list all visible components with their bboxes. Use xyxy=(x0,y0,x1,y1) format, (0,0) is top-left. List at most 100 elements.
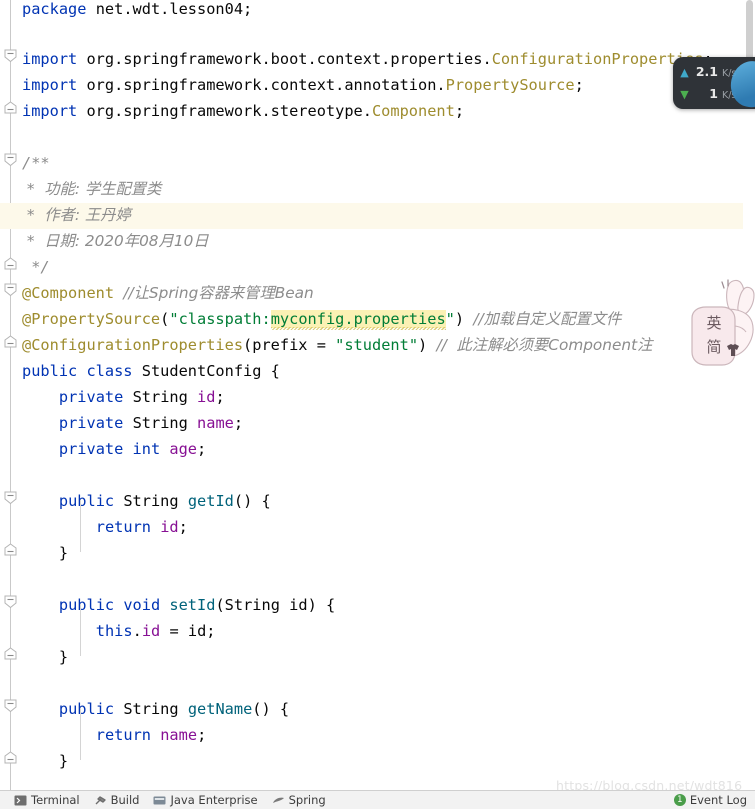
code-line[interactable]: return name; xyxy=(96,723,207,749)
code-line[interactable]: import org.springframework.context.annot… xyxy=(22,73,584,99)
code-line[interactable]: private String name; xyxy=(59,411,243,437)
code-token: = id; xyxy=(160,622,216,640)
fold-end-icon[interactable] xyxy=(3,334,18,349)
code-token: getName xyxy=(187,700,253,718)
tool-window-terminal-label: Terminal xyxy=(31,793,80,807)
editor-marker-strip[interactable] xyxy=(743,0,755,790)
fold-rail xyxy=(10,0,11,790)
code-line[interactable]: @PropertySource("classpath:myconfig.prop… xyxy=(22,307,621,333)
code-token: PropertySource xyxy=(445,76,575,94)
code-token: (String xyxy=(215,596,290,614)
code-line[interactable]: import org.springframework.stereotype.Co… xyxy=(22,99,464,125)
code-token: ) { xyxy=(307,596,336,614)
code-token: @PropertySource xyxy=(22,310,161,328)
code-editor[interactable]: package net.wdt.lesson04; import org.spri… xyxy=(0,0,755,790)
fold-collapse-icon[interactable] xyxy=(3,698,18,713)
code-token: Component xyxy=(371,102,455,120)
tool-window-spring[interactable]: Spring xyxy=(272,793,326,807)
event-log-label: Event Log xyxy=(689,793,747,807)
code-token: //加载自定义配置文件 xyxy=(473,310,622,328)
code-token: age xyxy=(169,440,198,458)
code-token: ConfigurationProperties xyxy=(491,50,704,68)
code-token: ; xyxy=(178,518,188,536)
code-line[interactable]: private int age; xyxy=(59,437,206,463)
code-line[interactable]: public String getName() { xyxy=(59,697,289,723)
code-line[interactable]: } xyxy=(59,749,68,775)
code-token: () { xyxy=(233,492,271,510)
code-token: StudentConfig xyxy=(141,362,271,380)
code-token: org.springframework.stereotype. xyxy=(86,102,372,120)
download-speed-value: 1 xyxy=(709,86,718,101)
code-line[interactable]: import org.springframework.boot.context.… xyxy=(22,47,713,73)
code-token: ; xyxy=(215,388,225,406)
code-token: name xyxy=(160,726,198,744)
code-token: name xyxy=(197,414,234,432)
code-token: public void xyxy=(58,596,170,614)
code-token: . xyxy=(132,622,142,640)
fold-collapse-icon[interactable] xyxy=(3,490,18,505)
event-log-button[interactable]: 1 Event Log xyxy=(673,793,755,807)
editor-gutter[interactable] xyxy=(0,0,22,790)
code-line[interactable]: @ConfigurationProperties(prefix = "stude… xyxy=(22,333,652,359)
fold-end-icon[interactable] xyxy=(3,646,18,661)
code-token: String xyxy=(123,492,188,510)
tool-window-build[interactable]: Build xyxy=(94,793,139,807)
fold-collapse-icon[interactable] xyxy=(3,152,18,167)
code-line[interactable]: * 日期: 2020年08月10日 xyxy=(22,229,209,255)
fold-collapse-icon[interactable] xyxy=(3,594,18,609)
code-line[interactable]: } xyxy=(59,645,68,671)
code-line[interactable]: public class StudentConfig { xyxy=(22,359,280,385)
code-token: ; xyxy=(197,726,207,744)
code-token: return xyxy=(95,518,161,536)
tool-window-java-enterprise[interactable]: Java Enterprise xyxy=(153,793,258,807)
code-token: id xyxy=(141,622,161,640)
code-token: "student" xyxy=(335,336,419,354)
code-line[interactable]: return id; xyxy=(96,515,188,541)
code-line[interactable]: private String id; xyxy=(59,385,225,411)
code-line[interactable]: */ xyxy=(22,255,50,281)
code-line[interactable]: } xyxy=(59,541,68,567)
code-token: () { xyxy=(252,700,290,718)
fold-collapse-icon[interactable] xyxy=(3,48,18,63)
network-speed-widget[interactable]: ▲ 2.1 K/s ▼ 1 K/s xyxy=(673,57,755,109)
code-token: private xyxy=(58,388,133,406)
code-line[interactable]: * 功能: 学生配置类 xyxy=(22,177,161,203)
indent-guide xyxy=(80,604,81,656)
upload-arrow-icon: ▲ xyxy=(680,66,689,79)
code-line[interactable]: package net.wdt.lesson04; xyxy=(22,0,252,23)
spring-icon xyxy=(272,795,285,806)
fold-end-icon[interactable] xyxy=(3,750,18,765)
code-token: String xyxy=(123,700,188,718)
code-token: getId xyxy=(187,492,234,510)
code-line[interactable]: @Component //让Spring容器来管理Bean xyxy=(22,281,314,307)
code-line[interactable]: public void setId(String id) { xyxy=(59,593,335,619)
code-token: * 日期: 2020年08月10日 xyxy=(22,232,209,250)
code-token: //让Spring容器来管理Bean xyxy=(123,284,314,302)
code-line[interactable]: this.id = id; xyxy=(96,619,216,645)
tool-window-terminal[interactable]: Terminal xyxy=(14,793,80,807)
code-token: ; xyxy=(574,76,584,94)
code-token: @Component xyxy=(22,284,115,302)
code-token: String xyxy=(132,414,198,432)
code-token: public xyxy=(58,700,124,718)
code-token: { xyxy=(270,362,280,380)
code-text-area[interactable]: package net.wdt.lesson04; import org.spri… xyxy=(0,0,755,790)
code-line[interactable]: /** xyxy=(22,151,50,177)
hammer-icon xyxy=(94,795,107,806)
code-line[interactable]: public String getId() { xyxy=(59,489,271,515)
code-token: */ xyxy=(22,258,50,276)
fold-collapse-icon[interactable] xyxy=(3,282,18,297)
fold-end-icon[interactable] xyxy=(3,542,18,557)
download-arrow-icon: ▼ xyxy=(680,88,689,101)
code-token: private int xyxy=(58,440,170,458)
fold-end-icon[interactable] xyxy=(3,100,18,115)
code-token: myconfig.properties xyxy=(270,310,446,330)
tool-window-bar[interactable]: Terminal Build Java Enterprise Spring 1 … xyxy=(0,790,755,809)
code-token: // 此注解必须要Component注 xyxy=(436,336,653,354)
code-token: "classpath: xyxy=(169,310,271,328)
code-token: /** xyxy=(22,154,50,172)
code-line[interactable]: * 作者: 王丹婷 xyxy=(22,203,131,229)
code-token: org.springframework.boot.context.propert… xyxy=(86,50,492,68)
fold-end-icon[interactable] xyxy=(3,256,18,271)
